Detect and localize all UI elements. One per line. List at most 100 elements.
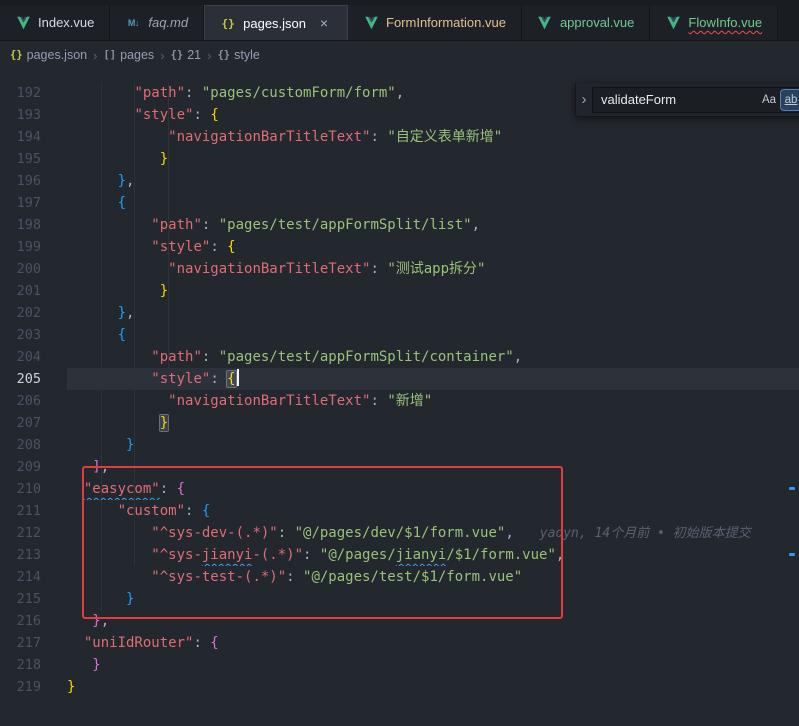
line-number: 198	[0, 214, 45, 236]
code-text: {	[67, 192, 799, 214]
code-token: "^sys-	[151, 547, 202, 563]
code-token	[67, 239, 151, 255]
symbol-array-icon: []	[103, 49, 116, 61]
code-token: :	[210, 371, 227, 387]
code-line-218[interactable]: 218 }	[0, 654, 799, 676]
breadcrumb-item-21[interactable]: {}21	[171, 48, 202, 62]
code-text: },	[67, 610, 799, 632]
line-number: 200	[0, 258, 45, 280]
tab-close-button[interactable]: ×	[316, 15, 332, 31]
code-token: {	[227, 239, 235, 255]
code-token	[67, 547, 151, 563]
code-token: ,	[556, 547, 564, 563]
fold-gutter	[45, 192, 67, 214]
match-case-button[interactable]: Aa	[759, 90, 779, 110]
fold-gutter	[45, 478, 67, 500]
code-line-215[interactable]: 215 }	[0, 588, 799, 610]
line-number: 203	[0, 324, 45, 346]
code-line-208[interactable]: 208 }	[0, 434, 799, 456]
code-token	[67, 459, 92, 475]
code-line-194[interactable]: 194 "navigationBarTitleText": "自定义表单新增"	[0, 126, 799, 148]
line-number: 215	[0, 588, 45, 610]
code-line-195[interactable]: 195 }	[0, 148, 799, 170]
code-token: :	[370, 129, 387, 145]
code-line-207[interactable]: 207 }	[0, 412, 799, 434]
chevron-right-icon[interactable]: ›	[576, 83, 592, 116]
fold-gutter	[45, 148, 67, 170]
code-token	[67, 195, 118, 211]
code-line-197[interactable]: 197 {	[0, 192, 799, 214]
code-token: "style"	[134, 107, 193, 123]
code-line-204[interactable]: 204 "path": "pages/test/appFormSplit/con…	[0, 346, 799, 368]
code-line-198[interactable]: 198 "path": "pages/test/appFormSplit/lis…	[0, 214, 799, 236]
code-line-209[interactable]: 209 ],	[0, 456, 799, 478]
code-token: }	[118, 305, 126, 321]
editor[interactable]: 192 "path": "pages/customForm/form",193 …	[0, 68, 799, 726]
code-token: ,	[126, 173, 134, 189]
code-token: ,	[472, 217, 480, 233]
code-line-219[interactable]: 219}	[0, 676, 799, 698]
code-token: :	[185, 503, 202, 519]
code-token: {	[227, 371, 235, 387]
breadcrumb-item-pages-json[interactable]: {}pages.json	[10, 48, 87, 62]
fold-gutter	[45, 126, 67, 148]
code-line-216[interactable]: 216 },	[0, 610, 799, 632]
find-input[interactable]: validateForm Aa ab .*	[592, 87, 799, 113]
breadcrumb-item-pages[interactable]: []pages	[103, 48, 154, 62]
tab-index-vue[interactable]: Index.vue	[0, 5, 110, 40]
code-line-210[interactable]: 210 "easycom": {	[0, 478, 799, 500]
line-number: 209	[0, 456, 45, 478]
line-number: 192	[0, 82, 45, 104]
code-token: "^sys-test-(.*)"	[151, 569, 286, 585]
fold-gutter	[45, 434, 67, 456]
tab-bar: Index.vueM↓faq.md{}pages.json×FormInform…	[0, 0, 799, 41]
code-token: {	[210, 635, 218, 651]
tab-label: pages.json	[243, 16, 306, 31]
tab-faq-md[interactable]: M↓faq.md	[110, 5, 204, 40]
code-token: }	[160, 151, 168, 167]
code-line-217[interactable]: 217 "uniIdRouter": {	[0, 632, 799, 654]
whole-word-button[interactable]: ab	[781, 90, 799, 110]
find-replace-toggle: ›	[582, 91, 587, 108]
code-token: "@/pages/dev/$1/form.vue"	[295, 525, 506, 541]
fold-gutter	[45, 170, 67, 192]
breadcrumb-item-style[interactable]: {}style	[217, 48, 259, 62]
code-line-211[interactable]: 211 "custom": {	[0, 500, 799, 522]
tab-pages-json[interactable]: {}pages.json×	[204, 5, 348, 40]
line-number: 197	[0, 192, 45, 214]
line-number: 211	[0, 500, 45, 522]
code-line-196[interactable]: 196 },	[0, 170, 799, 192]
tab-approval-vue[interactable]: approval.vue	[522, 5, 650, 40]
code-text: "uniIdRouter": {	[67, 632, 799, 654]
fold-gutter	[45, 676, 67, 698]
code-text: }	[67, 676, 799, 698]
code-line-206[interactable]: 206 "navigationBarTitleText": "新增"	[0, 390, 799, 412]
breadcrumb-label: pages.json	[27, 48, 87, 62]
code-line-200[interactable]: 200 "navigationBarTitleText": "测试app拆分"	[0, 258, 799, 280]
code-token	[67, 481, 84, 497]
line-number: 196	[0, 170, 45, 192]
code-token: :	[370, 261, 387, 277]
code-line-213[interactable]: 213 "^sys-jianyi-(.*)": "@/pages/jianyi/…	[0, 544, 799, 566]
line-number: 193	[0, 104, 45, 126]
code-token: :	[193, 635, 210, 651]
tab-flowinfo-vue[interactable]: FlowInfo.vue	[650, 5, 778, 40]
tab-forminformation-vue[interactable]: FormInformation.vue	[348, 5, 522, 40]
line-number: 213	[0, 544, 45, 566]
code-line-205[interactable]: 205 "style": {	[0, 368, 799, 390]
code-text: "navigationBarTitleText": "新增"	[67, 390, 799, 412]
code-token: "pages/test/appFormSplit/container"	[219, 349, 514, 365]
code-line-202[interactable]: 202 },	[0, 302, 799, 324]
code-line-212[interactable]: 212 "^sys-dev-(.*)": "@/pages/dev/$1/for…	[0, 522, 799, 544]
code-token: "easycom"	[84, 481, 160, 497]
fold-gutter	[45, 566, 67, 588]
code-line-203[interactable]: 203 {	[0, 324, 799, 346]
code-token: :	[202, 217, 219, 233]
code-line-201[interactable]: 201 }	[0, 280, 799, 302]
code-line-214[interactable]: 214 "^sys-test-(.*)": "@/pages/test/$1/f…	[0, 566, 799, 588]
tab-label: faq.md	[148, 15, 188, 30]
code-token	[67, 261, 168, 277]
code-line-199[interactable]: 199 "style": {	[0, 236, 799, 258]
line-number: 201	[0, 280, 45, 302]
fold-gutter	[45, 390, 67, 412]
